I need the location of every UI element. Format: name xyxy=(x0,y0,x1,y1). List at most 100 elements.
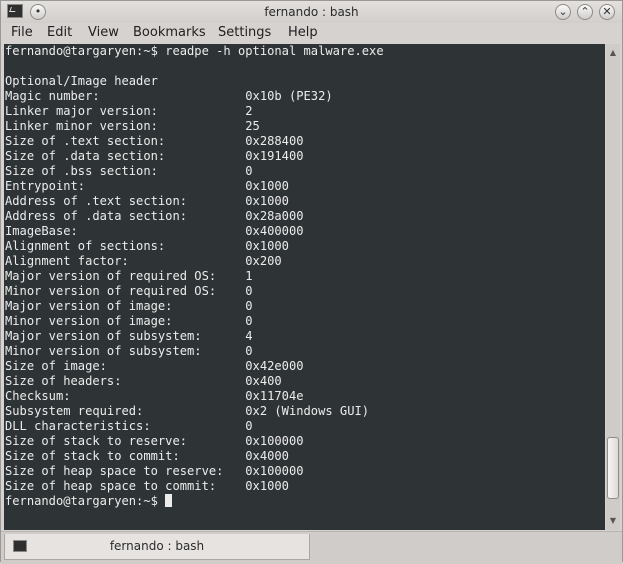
output-row: Size of stack to reserve: 0x100000 xyxy=(5,434,304,448)
scroll-down-icon[interactable]: ▼ xyxy=(606,514,620,528)
menu-help[interactable]: Help xyxy=(288,25,318,40)
field-label: Size of heap space to reserve: xyxy=(5,464,246,478)
chevron-down-icon: ⌄ xyxy=(558,5,568,18)
output-row: Linker major version: 2 xyxy=(5,104,253,118)
output-row: Size of .text section: 0x288400 xyxy=(5,134,304,148)
window-title: fernando : bash xyxy=(264,5,359,19)
field-label: Major version of image: xyxy=(5,299,246,313)
field-value: 4 xyxy=(245,329,253,343)
menu-settings[interactable]: Settings xyxy=(218,25,271,40)
output-row: Address of .data section: 0x28a000 xyxy=(5,209,304,223)
field-label: Size of image: xyxy=(5,359,246,373)
field-label: Size of stack to reserve: xyxy=(5,434,246,448)
output-row: DLL characteristics: 0 xyxy=(5,419,253,433)
field-value: 0x288400 xyxy=(245,134,304,148)
field-value: 0x400 xyxy=(245,374,282,388)
field-label: Checksum: xyxy=(5,389,246,403)
chevron-up-icon: ⌃ xyxy=(580,5,590,18)
menu-bookmarks[interactable]: Bookmarks xyxy=(133,25,206,40)
output-row: Size of heap space to reserve: 0x100000 xyxy=(5,464,304,478)
output-row: Size of stack to commit: 0x4000 xyxy=(5,449,289,463)
output-row: Minor version of subsystem: 0 xyxy=(5,344,253,358)
field-label: Linker minor version: xyxy=(5,119,246,133)
field-label: Minor version of required OS: xyxy=(5,284,246,298)
field-value: 0x1000 xyxy=(245,239,289,253)
field-value: 0x1000 xyxy=(245,479,289,493)
field-label: Size of heap space to commit: xyxy=(5,479,246,493)
field-label: Major version of required OS: xyxy=(5,269,246,283)
output-row: ImageBase: 0x400000 xyxy=(5,224,304,238)
terminal-window: • fernando : bash ⌄ ⌃ ✕ File Edit View B… xyxy=(0,0,623,564)
prompt: fernando@targaryen:~$ xyxy=(5,44,166,58)
output-row: Size of headers: 0x400 xyxy=(5,374,282,388)
output-row: Alignment factor: 0x200 xyxy=(5,254,282,268)
output-row: Subsystem required: 0x2 (Windows GUI) xyxy=(5,404,369,418)
field-value: 0x100000 xyxy=(245,434,304,448)
field-value: 0x28a000 xyxy=(245,209,304,223)
command: readpe -h optional malware.exe xyxy=(165,44,384,58)
output-row: Minor version of required OS: 0 xyxy=(5,284,253,298)
scrollbar-thumb[interactable] xyxy=(607,437,619,499)
output-row: Size of .data section: 0x191400 xyxy=(5,149,304,163)
field-value: 0x2 (Windows GUI) xyxy=(245,404,370,418)
terminal-output[interactable]: fernando@targaryen:~$ readpe -h optional… xyxy=(4,44,605,530)
field-value: 1 xyxy=(245,269,253,283)
field-label: Entrypoint: xyxy=(5,179,246,193)
field-label: DLL characteristics: xyxy=(5,419,246,433)
output-row: Entrypoint: 0x1000 xyxy=(5,179,289,193)
field-label: Minor version of subsystem: xyxy=(5,344,246,358)
field-value: 0 xyxy=(245,284,253,298)
field-label: Alignment of sections: xyxy=(5,239,246,253)
output-row: Size of .bss section: 0 xyxy=(5,164,253,178)
field-value: 2 xyxy=(245,104,253,118)
terminal-text: fernando@targaryen:~$ readpe -h optional… xyxy=(5,44,384,509)
field-value: 0 xyxy=(245,419,253,433)
field-label: ImageBase: xyxy=(5,224,246,238)
menu-file[interactable]: File xyxy=(11,25,33,40)
field-value: 0x42e000 xyxy=(245,359,304,373)
field-value: 0x10b (PE32) xyxy=(245,89,333,103)
field-value: 0x400000 xyxy=(245,224,304,238)
output-row: Size of image: 0x42e000 xyxy=(5,359,304,373)
title-bar[interactable]: • fernando : bash ⌄ ⌃ ✕ xyxy=(1,1,622,23)
tab-bar: fernando : bash xyxy=(1,531,622,564)
output-header: Optional/Image header xyxy=(5,74,158,88)
minimize-button[interactable]: ⌄ xyxy=(555,4,571,20)
output-row: Minor version of image: 0 xyxy=(5,314,253,328)
field-value: 0 xyxy=(245,344,253,358)
menu-bar: File Edit View Bookmarks Settings Help xyxy=(1,23,622,43)
output-row: Major version of image: 0 xyxy=(5,299,253,313)
vertical-scrollbar[interactable]: ▲ ▼ xyxy=(606,44,620,530)
output-row: Alignment of sections: 0x1000 xyxy=(5,239,289,253)
output-row: Checksum: 0x11704e xyxy=(5,389,304,403)
text-cursor xyxy=(165,494,173,507)
scroll-up-icon[interactable]: ▲ xyxy=(606,46,620,60)
menu-view[interactable]: View xyxy=(88,25,119,40)
field-label: Linker major version: xyxy=(5,104,246,118)
output-row: Size of heap space to commit: 0x1000 xyxy=(5,479,289,493)
field-value: 0x11704e xyxy=(245,389,304,403)
output-row: Address of .text section: 0x1000 xyxy=(5,194,289,208)
field-label: Magic number: xyxy=(5,89,246,103)
field-label: Minor version of image: xyxy=(5,314,246,328)
field-value: 0x191400 xyxy=(245,149,304,163)
tab-bash[interactable]: fernando : bash xyxy=(4,534,310,560)
field-value: 0x200 xyxy=(245,254,282,268)
maximize-button[interactable]: ⌃ xyxy=(577,4,593,20)
field-label: Size of headers: xyxy=(5,374,246,388)
close-button[interactable]: ✕ xyxy=(599,4,615,20)
field-value: 0x1000 xyxy=(245,194,289,208)
field-value: 0x100000 xyxy=(245,464,304,478)
output-row: Linker minor version: 25 xyxy=(5,119,260,133)
field-label: Address of .text section: xyxy=(5,194,246,208)
field-label: Size of .data section: xyxy=(5,149,246,163)
field-value: 0x4000 xyxy=(245,449,289,463)
field-label: Size of .bss section: xyxy=(5,164,246,178)
field-value: 0 xyxy=(245,314,253,328)
output-row: Magic number: 0x10b (PE32) xyxy=(5,89,333,103)
menu-edit[interactable]: Edit xyxy=(47,25,72,40)
field-value: 25 xyxy=(245,119,260,133)
field-label: Size of .text section: xyxy=(5,134,246,148)
close-icon: ✕ xyxy=(602,5,612,18)
field-value: 0 xyxy=(245,164,253,178)
